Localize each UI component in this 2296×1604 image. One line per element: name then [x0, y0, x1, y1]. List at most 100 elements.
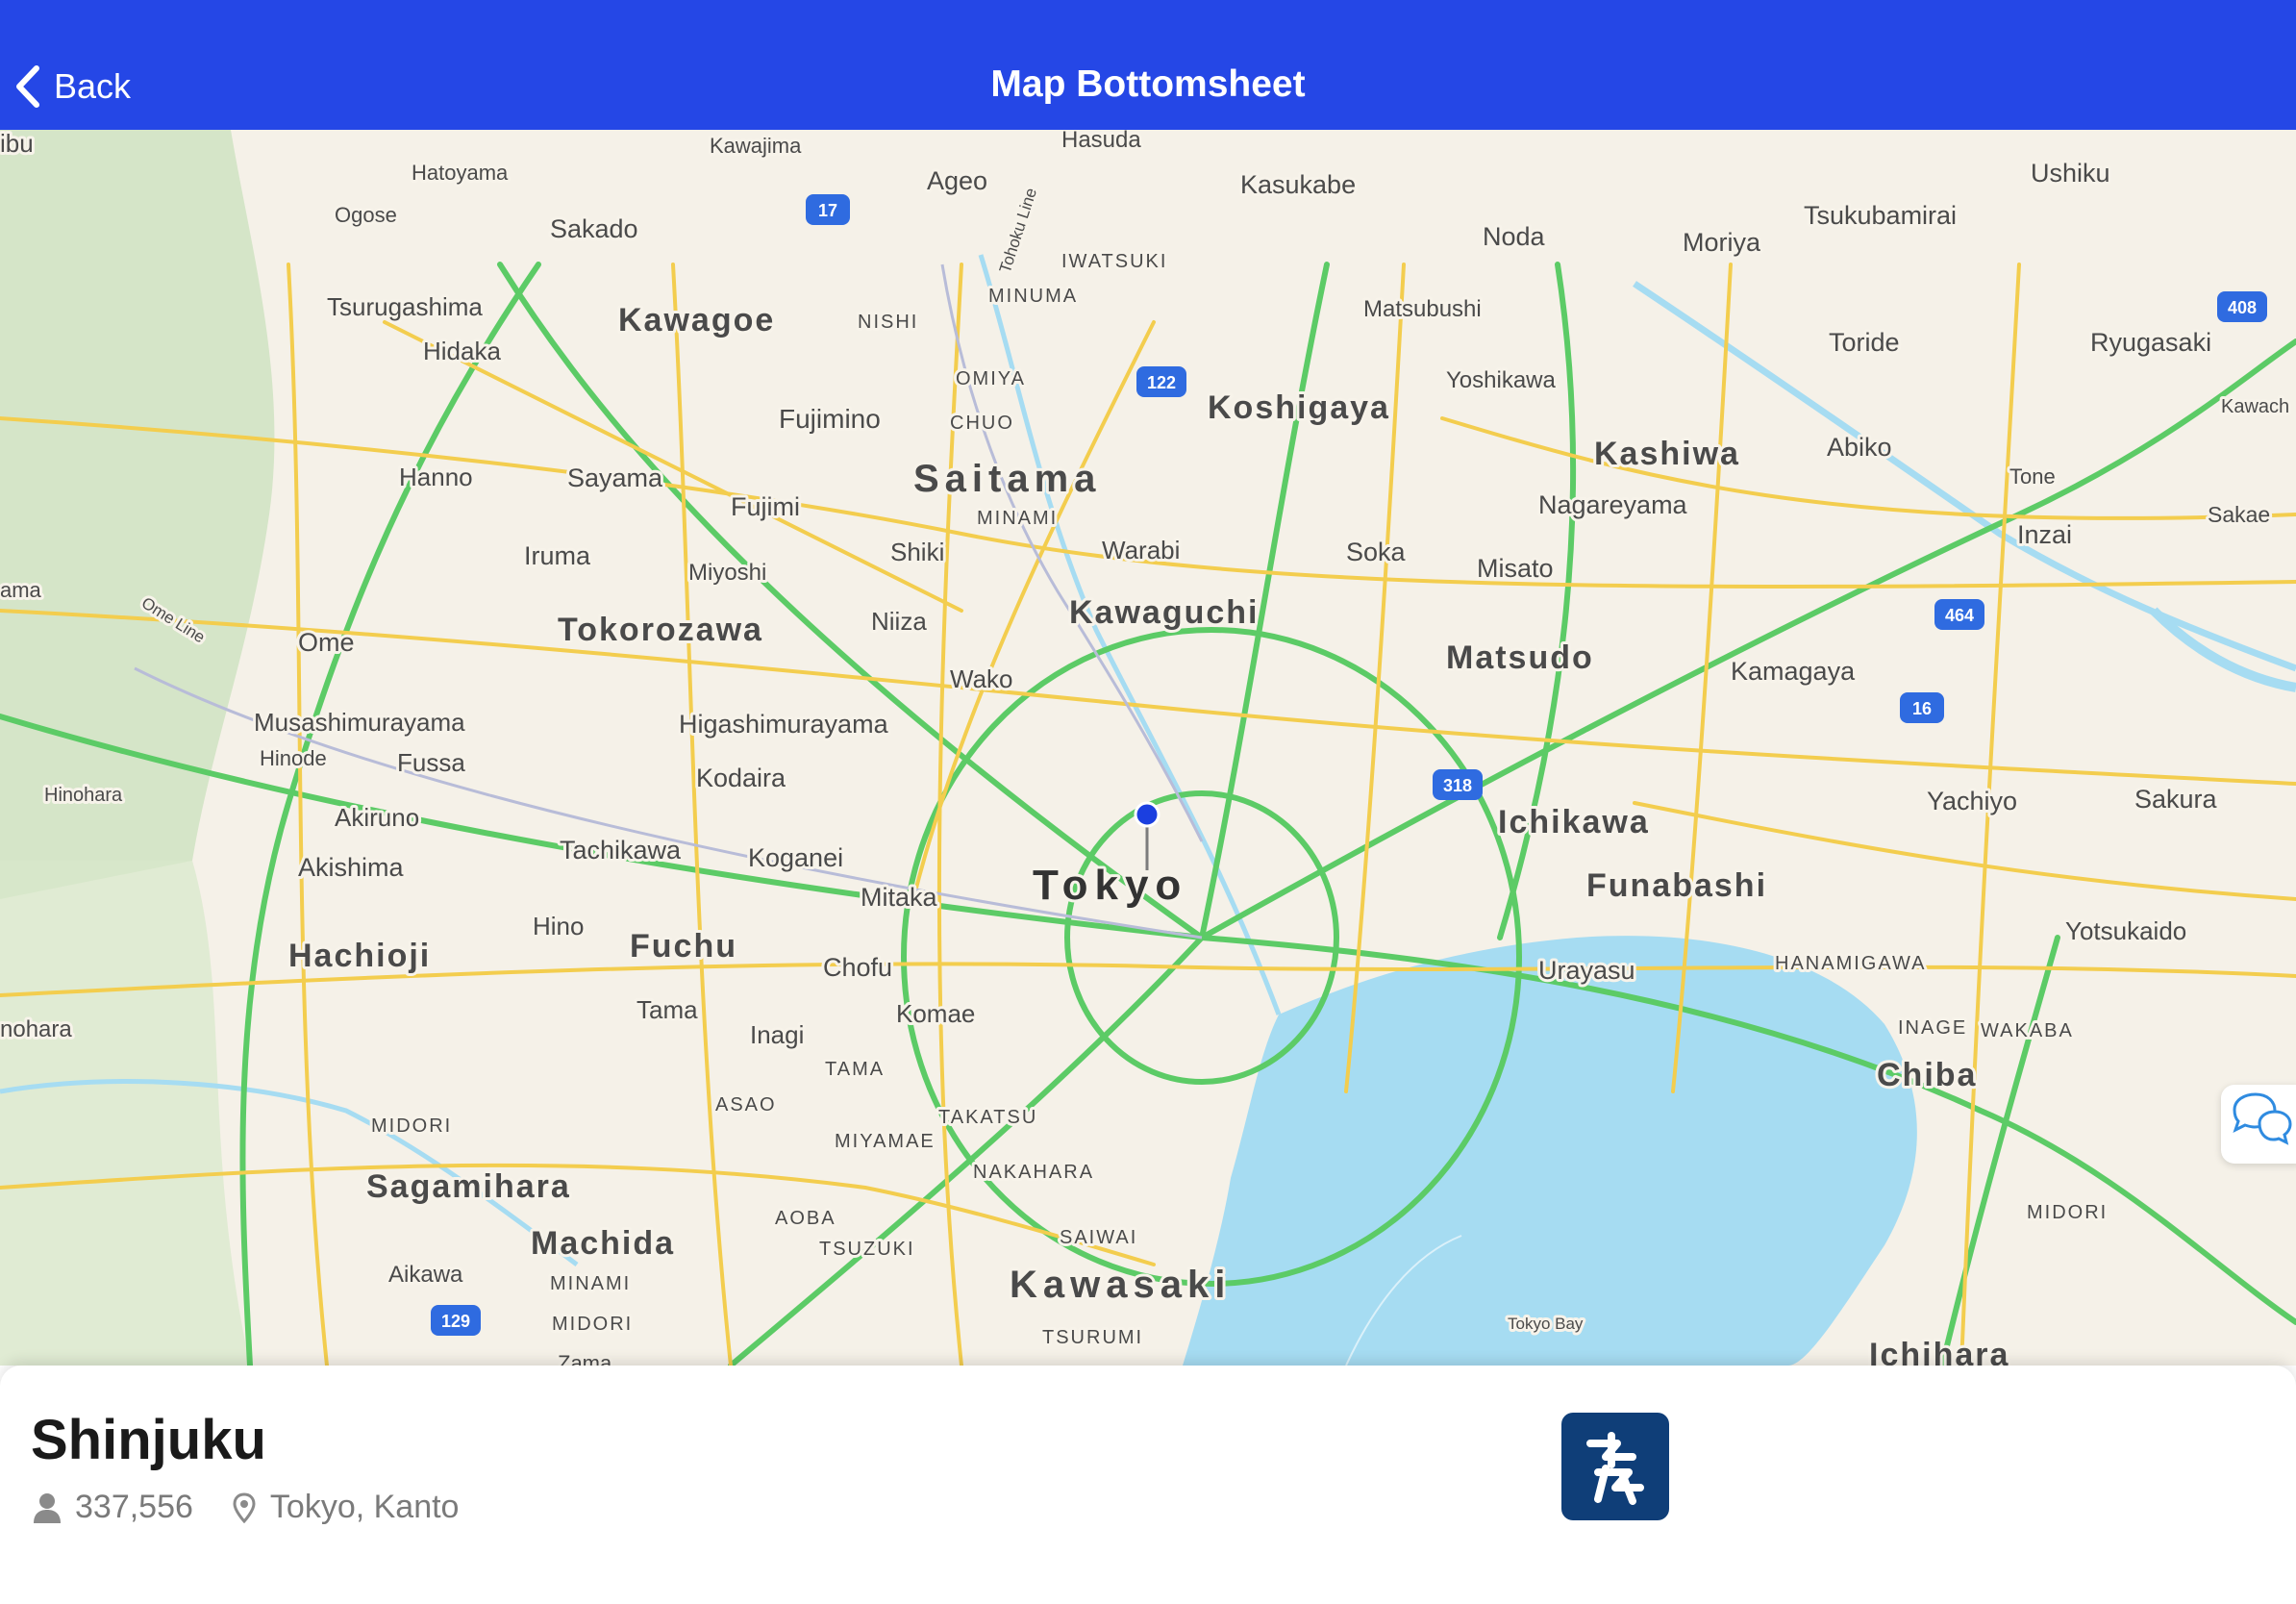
map-district-label: MINUMA: [988, 286, 1078, 307]
map-edge-label: ama: [0, 578, 42, 602]
map-label: Saitama: [913, 458, 1101, 500]
map-label: Kashiwa: [1594, 436, 1740, 472]
map-label: Akiruno: [335, 803, 419, 832]
map-label: Fuchu: [630, 928, 737, 965]
map-district-label: OMIYA: [956, 368, 1026, 389]
route-shield: 16: [1900, 692, 1944, 723]
map-label: Higashimurayama: [679, 710, 889, 739]
route-shield: 318: [1433, 769, 1483, 800]
svg-text:16: 16: [1912, 699, 1932, 718]
map-district-label: NAKAHARA: [973, 1162, 1094, 1183]
page-title: Map Bottomsheet: [990, 63, 1306, 105]
map-label: Yotsukaido: [2065, 916, 2186, 945]
place-name: Shinjuku: [31, 1409, 266, 1471]
map-label: Inagi: [750, 1020, 804, 1049]
map-district-label: MIDORI: [2027, 1202, 2108, 1223]
location-value: Tokyo, Kanto: [269, 1489, 460, 1525]
map-label: Zama: [558, 1351, 612, 1366]
route-shield: 17: [806, 194, 850, 225]
location-pin-icon: [233, 1491, 256, 1523]
map-label: Kamagaya: [1731, 657, 1856, 686]
map-label: Ageo: [927, 166, 987, 195]
map-district-label: TAMA: [825, 1059, 885, 1080]
map-view[interactable]: 17 122 408 464 16 318 129 Saitama Tokyo …: [0, 130, 2296, 1366]
map-label: Hanno: [399, 463, 473, 491]
map-label: Urayasu: [1538, 956, 1635, 985]
map-label: Warabi: [1102, 536, 1180, 564]
map-label: Hasuda: [1061, 130, 1141, 153]
map-district-label: AOBA: [775, 1208, 836, 1229]
map-district-label: MIDORI: [371, 1115, 452, 1137]
map-label: Tsurugashima: [327, 292, 483, 321]
map-district-label: HANAMIGAWA: [1775, 953, 1926, 974]
map-label: Inzai: [2017, 520, 2072, 549]
map-label: Chofu: [823, 953, 892, 982]
map-label: Sakae: [2208, 502, 2270, 527]
map-label: Tachikawa: [560, 836, 682, 865]
map-label: Fujimino: [779, 404, 881, 434]
map-edge-label: ibu: [0, 130, 34, 158]
map-label: Komae: [896, 999, 975, 1028]
map-label: Ogose: [335, 203, 397, 227]
map-label: Ome: [298, 628, 355, 657]
map-label: Miyoshi: [688, 560, 766, 586]
map-label: Hatoyama: [412, 161, 509, 185]
map-label: Hinohara: [44, 785, 123, 806]
map-label: Abiko: [1827, 433, 1892, 462]
map-district-label: MINAMI: [550, 1273, 631, 1294]
map-label: Hino: [533, 912, 584, 940]
map-label: Sakura: [2134, 785, 2218, 814]
bottom-sheet[interactable]: Shinjuku 337,556 Tokyo, Kanto: [0, 1366, 2296, 1604]
map-edge-label: nohara: [0, 1016, 72, 1042]
svg-text:318: 318: [1443, 776, 1472, 795]
map-label: Kodaira: [696, 764, 786, 792]
map-label: Musashimurayama: [254, 708, 465, 737]
place-logo-icon: [1561, 1413, 1669, 1520]
map-district-label: MIDORI: [552, 1314, 633, 1335]
map-label: Toride: [1829, 328, 1900, 357]
map-label: Tokorozawa: [558, 612, 763, 648]
map-label: Ichihara: [1869, 1337, 2009, 1366]
map-label: Aikawa: [388, 1262, 463, 1288]
map-label: Tokyo: [1033, 862, 1187, 909]
map-district-label: ASAO: [715, 1094, 777, 1115]
map-label: Shiki: [890, 538, 944, 566]
map-label: Kasukabe: [1240, 170, 1356, 199]
map-label: Machida: [531, 1225, 675, 1262]
map-label: Koshigaya: [1208, 389, 1390, 426]
map-label: Koganei: [748, 843, 843, 872]
map-label: Tama: [636, 995, 698, 1024]
map-label: Matsudo: [1446, 639, 1594, 676]
map-label: Kawagoe: [618, 302, 775, 338]
map-label: Matsubushi: [1363, 296, 1482, 322]
map-district-label: IWATSUKI: [1061, 251, 1167, 272]
map-label: Fussa: [397, 748, 465, 777]
route-shield: 129: [431, 1305, 481, 1336]
map-district-label: WAKABA: [1981, 1020, 2074, 1041]
map-label: Hinode: [260, 746, 327, 770]
svg-text:408: 408: [2228, 298, 2257, 317]
map-label: Sakado: [550, 214, 638, 243]
map-label: Ichikawa: [1498, 804, 1650, 840]
place-meta: 337,556 Tokyo, Kanto: [33, 1489, 459, 1526]
map-label: Kawach: [2221, 396, 2289, 417]
chat-bubbles-icon: [2233, 1092, 2292, 1145]
svg-text:122: 122: [1147, 373, 1176, 392]
water-label: Tokyo Bay: [1508, 1315, 1584, 1333]
map-label: Tone: [2009, 464, 2056, 489]
map-district-label: SAIWAI: [1060, 1227, 1137, 1248]
map-district-label: CHUO: [950, 413, 1014, 434]
population-value: 337,556: [75, 1489, 193, 1525]
map-label: Soka: [1346, 538, 1407, 566]
svg-text:129: 129: [441, 1312, 470, 1331]
navigation-bar: Back Map Bottomsheet: [0, 0, 2296, 130]
map-label: Kawajima: [710, 134, 802, 158]
map-label: Yoshikawa: [1446, 367, 1557, 393]
map-label: Ushiku: [2031, 159, 2110, 188]
map-district-label: MINAMI: [977, 508, 1058, 529]
route-shield: 122: [1136, 366, 1186, 397]
chat-button[interactable]: [2221, 1085, 2296, 1164]
map-label: Moriya: [1683, 228, 1761, 257]
map-district-label: MIYAMAE: [835, 1131, 936, 1152]
map-label: Kawasaki: [1010, 1264, 1231, 1306]
